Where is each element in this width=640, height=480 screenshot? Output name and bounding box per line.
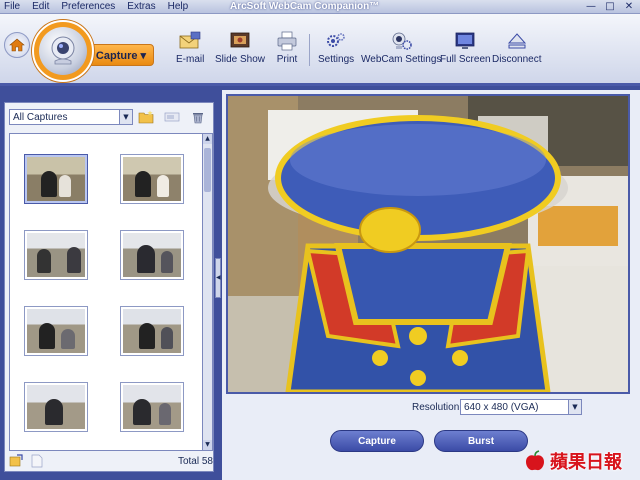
minimize-button[interactable]: — <box>584 1 598 13</box>
maximize-button[interactable]: □ <box>603 1 617 13</box>
import-icon[interactable] <box>9 454 23 468</box>
menu-help[interactable]: Help <box>168 1 189 12</box>
scroll-down-icon[interactable]: ▼ <box>203 440 212 450</box>
capture-thumbnail[interactable] <box>24 154 88 204</box>
webcam-feed-image <box>228 96 628 392</box>
menu-extras[interactable]: Extras <box>127 1 155 12</box>
delete-button[interactable] <box>189 108 207 126</box>
disconnect-button[interactable]: Disconnect <box>492 30 541 65</box>
preview-area: Resolution: 640 x 480 (VGA) ▼ Capture Bu… <box>222 90 640 480</box>
capture-button[interactable]: Capture <box>330 430 424 452</box>
resolution-dropdown[interactable]: 640 x 480 (VGA) ▼ <box>460 399 582 415</box>
resolution-label: Resolution: <box>412 402 463 413</box>
email-button[interactable]: E-mail <box>176 30 204 65</box>
capture-tab-label: Capture ▾ <box>95 49 147 62</box>
eject-icon <box>507 33 526 49</box>
window-controls: — □ ✕ <box>584 1 636 13</box>
print-button[interactable]: Print <box>274 30 300 65</box>
webcam-settings-button[interactable]: WebCam Settings <box>361 30 441 65</box>
chevron-down-icon[interactable]: ▼ <box>119 110 132 124</box>
capture-thumbnail[interactable] <box>120 306 184 356</box>
home-icon <box>9 38 25 52</box>
capture-thumbnail[interactable] <box>120 230 184 280</box>
captures-panel: All Captures ▼ ▲ ▼ Total 58 <box>4 102 214 472</box>
webcam-settings-label: WebCam Settings <box>361 54 442 65</box>
panel-collapse-handle[interactable]: ◀ <box>215 258 221 298</box>
capture-thumbnail[interactable] <box>24 230 88 280</box>
capture-thumbnail[interactable] <box>120 382 184 432</box>
print-label: Print <box>276 54 298 65</box>
app-window: File Edit Preferences Extras Help ArcSof… <box>0 0 640 480</box>
chevron-down-icon[interactable]: ▼ <box>568 400 581 414</box>
capture-thumbnail[interactable] <box>24 382 88 432</box>
email-label: E-mail <box>176 54 205 65</box>
document-icon[interactable] <box>31 454 43 468</box>
home-button[interactable] <box>4 32 30 58</box>
fullscreen-icon <box>455 32 475 49</box>
burst-button-label: Burst <box>467 435 495 447</box>
slideshow-icon <box>230 32 250 48</box>
capture-thumbnail[interactable] <box>24 306 88 356</box>
thumbnail-grid <box>9 133 203 451</box>
capture-thumbnail[interactable] <box>120 154 184 204</box>
email-icon <box>179 31 201 49</box>
capture-button-label: Capture <box>358 435 396 447</box>
title-bar: File Edit Preferences Extras Help ArcSof… <box>0 0 640 14</box>
apple-logo-icon <box>526 450 544 471</box>
resolution-value: 640 x 480 (VGA) <box>464 401 539 413</box>
settings-button[interactable]: Settings <box>318 30 354 65</box>
fullscreen-label: Full Screen <box>440 54 491 65</box>
trash-icon <box>193 113 203 124</box>
settings-label: Settings <box>318 54 355 65</box>
rename-button[interactable] <box>163 108 181 126</box>
menu-bar: File Edit Preferences Extras Help <box>4 1 188 12</box>
app-title: ArcSoft WebCam Companion™ <box>230 1 380 12</box>
captures-filter-dropdown[interactable]: All Captures ▼ <box>9 109 133 125</box>
newspaper-watermark: 蘋果日報 <box>524 448 636 474</box>
rename-icon <box>164 112 180 122</box>
watermark-text: 蘋果日報 <box>550 452 622 473</box>
close-button[interactable]: ✕ <box>622 1 636 13</box>
disconnect-label: Disconnect <box>492 54 542 65</box>
panel-footer: Total 58 <box>9 453 213 469</box>
menu-edit[interactable]: Edit <box>32 1 49 12</box>
settings-icon <box>327 33 345 47</box>
slideshow-button[interactable]: Slide Show <box>215 30 265 65</box>
toolbar-separator <box>309 34 310 66</box>
webcam-settings-icon <box>392 32 413 50</box>
webcam-live-preview <box>226 94 630 394</box>
printer-icon <box>277 31 297 51</box>
main-toolbar: Capture ▾ E-mail Slide Show Print Settin… <box>0 14 640 86</box>
new-folder-icon <box>138 110 154 124</box>
scroll-thumb[interactable] <box>204 148 211 192</box>
capture-tab[interactable]: Capture ▾ <box>88 44 154 66</box>
captures-filter-value: All Captures <box>13 111 68 123</box>
webcam-badge <box>32 20 94 82</box>
webcam-icon <box>51 36 75 65</box>
fullscreen-button[interactable]: Full Screen <box>440 30 491 65</box>
total-captures-label: Total 58 <box>177 455 213 467</box>
thumbnail-scrollbar[interactable]: ▲ ▼ <box>203 133 213 451</box>
slideshow-label: Slide Show <box>215 54 266 65</box>
scroll-up-icon[interactable]: ▲ <box>203 134 212 144</box>
burst-button[interactable]: Burst <box>434 430 528 452</box>
menu-preferences[interactable]: Preferences <box>61 1 115 12</box>
new-folder-button[interactable] <box>137 108 155 126</box>
menu-file[interactable]: File <box>4 1 20 12</box>
